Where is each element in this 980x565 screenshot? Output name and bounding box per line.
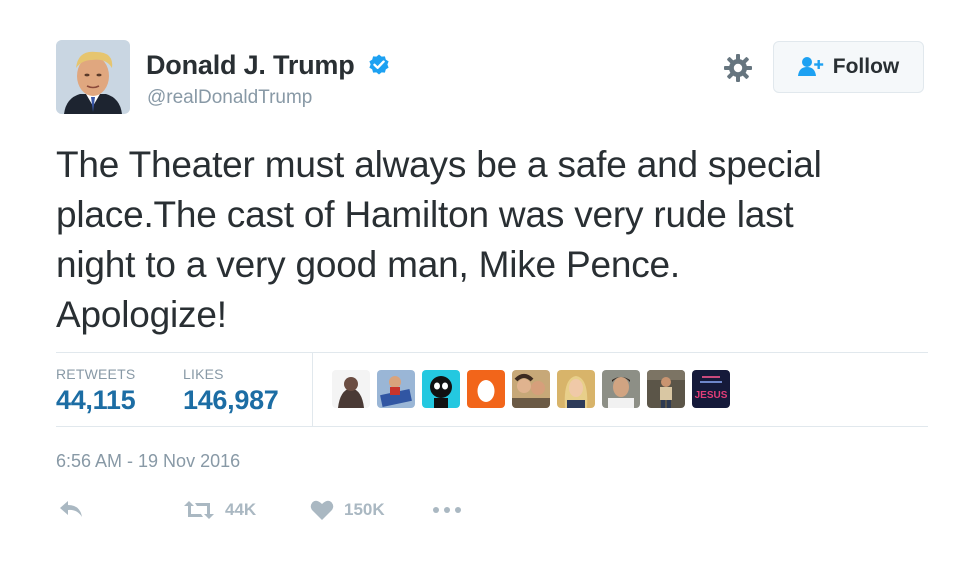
like-button[interactable]: 150K: [310, 499, 385, 521]
divider: [56, 426, 928, 427]
liker-avatar[interactable]: [557, 370, 595, 408]
like-count: 150K: [344, 500, 385, 519]
retweets-label: RETWEETS: [56, 366, 136, 382]
liker-avatar[interactable]: [422, 370, 460, 408]
liker-avatar[interactable]: [332, 370, 370, 408]
divider: [56, 352, 928, 353]
liker-avatar[interactable]: [602, 370, 640, 408]
retweets-count[interactable]: 44,115: [56, 385, 136, 416]
tweet-timestamp[interactable]: 6:56 AM - 19 Nov 2016: [56, 451, 240, 472]
jesus-text: JESUS: [695, 390, 728, 401]
retweet-button[interactable]: 44K: [183, 499, 256, 521]
add-user-icon: [797, 57, 823, 76]
more-button[interactable]: [432, 499, 462, 521]
more-dots-icon: [433, 507, 461, 513]
retweet-count: 44K: [225, 500, 257, 519]
liker-avatar[interactable]: [377, 370, 415, 408]
divider: [312, 352, 313, 426]
likes-label: LIKES: [183, 366, 224, 382]
liker-avatar[interactable]: [647, 370, 685, 408]
liker-avatar-jesus[interactable]: JESUS: [692, 370, 730, 408]
display-name[interactable]: Donald J. Trump: [146, 50, 355, 81]
tweet-text: The Theater must always be a safe and sp…: [56, 144, 822, 335]
follow-button[interactable]: Follow: [773, 41, 924, 93]
follow-button-label: Follow: [832, 55, 900, 78]
gear-icon[interactable]: [722, 52, 754, 84]
liker-avatar[interactable]: [512, 370, 550, 408]
heart-icon: [310, 500, 334, 520]
profile-avatar[interactable]: [56, 40, 130, 114]
user-handle[interactable]: @realDonaldTrump: [147, 87, 312, 109]
liker-avatar-egg[interactable]: [467, 370, 505, 408]
liker-avatars: JESUS: [332, 370, 730, 408]
likes-count[interactable]: 146,987: [183, 385, 279, 416]
verified-badge-icon: [369, 54, 389, 75]
reply-button[interactable]: [58, 499, 84, 519]
retweet-icon: [184, 501, 214, 519]
reply-icon: [60, 501, 82, 517]
